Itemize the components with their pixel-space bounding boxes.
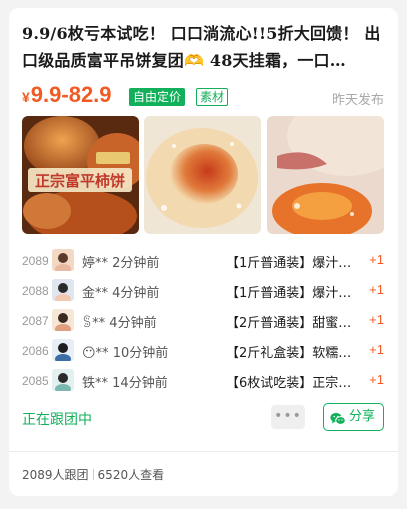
wechat-icon (330, 410, 346, 436)
order-row[interactable]: 2088 金** 4分钟前 【1斤普通装】爆汁流心柿饼 +1 (22, 276, 384, 306)
group-stats: 2089人跟团 6520人查看 (22, 466, 164, 483)
order-row[interactable]: 2087 ꌚ** 4分钟前 【2斤普通装】甜蜜柿饼 +1 (22, 306, 384, 336)
buyer-name: 铁** 14分钟前 (82, 376, 168, 391)
avatar (52, 279, 74, 301)
order-list: 2089 婷** 2分钟前 【1斤普通装】爆汁流心柿饼 +1 2088 金** … (22, 246, 384, 396)
photo-gallery: 正宗富平柿饼 (22, 116, 384, 234)
order-number: 2088 (22, 284, 49, 298)
price-row: ¥9.9-82.9 自由定价 素材 昨天发布 (22, 82, 384, 110)
material-tag[interactable]: 素材 (196, 88, 229, 106)
group-status: 正在跟团中 (22, 412, 92, 428)
joined-count: 2089人跟团 (22, 468, 89, 482)
price-range: ¥9.9-82.9 (22, 82, 112, 108)
avatar (52, 249, 74, 271)
order-number: 2089 (22, 254, 49, 268)
post-title[interactable]: 9.9/6枚亏本试吃！ 口口淌流心!!5折大回馈！ 出口级品质富平吊饼复团🫶 4… (22, 20, 384, 74)
order-item: 【1斤普通装】爆汁流心柿饼 (226, 286, 354, 301)
order-item: 【1斤普通装】爆汁流心柿饼 (226, 256, 354, 271)
order-qty: +1 (369, 282, 384, 297)
order-qty: +1 (369, 252, 384, 267)
avatar (52, 369, 74, 391)
group-buy-card[interactable]: 9.9/6枚亏本试吃！ 口口淌流心!!5折大回馈！ 出口级品质富平吊饼复团🫶 4… (9, 8, 398, 496)
product-photo[interactable] (144, 116, 261, 234)
buyer-name: 😶** 10分钟前 (82, 346, 169, 361)
order-qty: +1 (369, 372, 384, 387)
price-value: 9.9-82.9 (30, 82, 112, 107)
order-qty: +1 (369, 342, 384, 357)
order-item: 【2斤普通装】甜蜜柿饼 (226, 316, 354, 331)
order-row[interactable]: 2089 婷** 2分钟前 【1斤普通装】爆汁流心柿饼 +1 (22, 246, 384, 276)
divider (9, 451, 398, 452)
view-count: 6520人查看 (97, 468, 165, 482)
photo-overlay-text: 正宗富平柿饼 (35, 172, 125, 190)
avatar (52, 309, 74, 331)
order-number: 2087 (22, 314, 49, 328)
buyer-name: 婷** 2分钟前 (82, 256, 160, 271)
share-button[interactable]: 分享 (323, 403, 384, 431)
product-photo[interactable]: 正宗富平柿饼 (22, 116, 139, 234)
order-number: 2085 (22, 374, 49, 388)
product-photo[interactable] (267, 116, 384, 234)
pricing-tag: 自由定价 (129, 88, 186, 106)
order-qty: +1 (369, 312, 384, 327)
buyer-name: ꌚ** 4分钟前 (82, 316, 157, 331)
more-button[interactable]: ••• (271, 405, 305, 429)
posted-time: 昨天发布 (331, 93, 384, 108)
order-item: 【2斤礼盒装】软糯柿饼 (226, 346, 354, 361)
share-label: 分享 (349, 409, 376, 424)
stats-separator (92, 469, 94, 480)
order-item: 【6枚试吃装】正宗柿饼 (226, 376, 354, 391)
currency-symbol: ¥ (22, 89, 30, 105)
order-row[interactable]: 2086 😶** 10分钟前 【2斤礼盒装】软糯柿饼 +1 (22, 336, 384, 366)
avatar (52, 339, 74, 361)
buyer-name: 金** 4分钟前 (82, 286, 160, 301)
order-number: 2086 (22, 344, 49, 358)
order-row[interactable]: 2085 铁** 14分钟前 【6枚试吃装】正宗柿饼 +1 (22, 366, 384, 396)
